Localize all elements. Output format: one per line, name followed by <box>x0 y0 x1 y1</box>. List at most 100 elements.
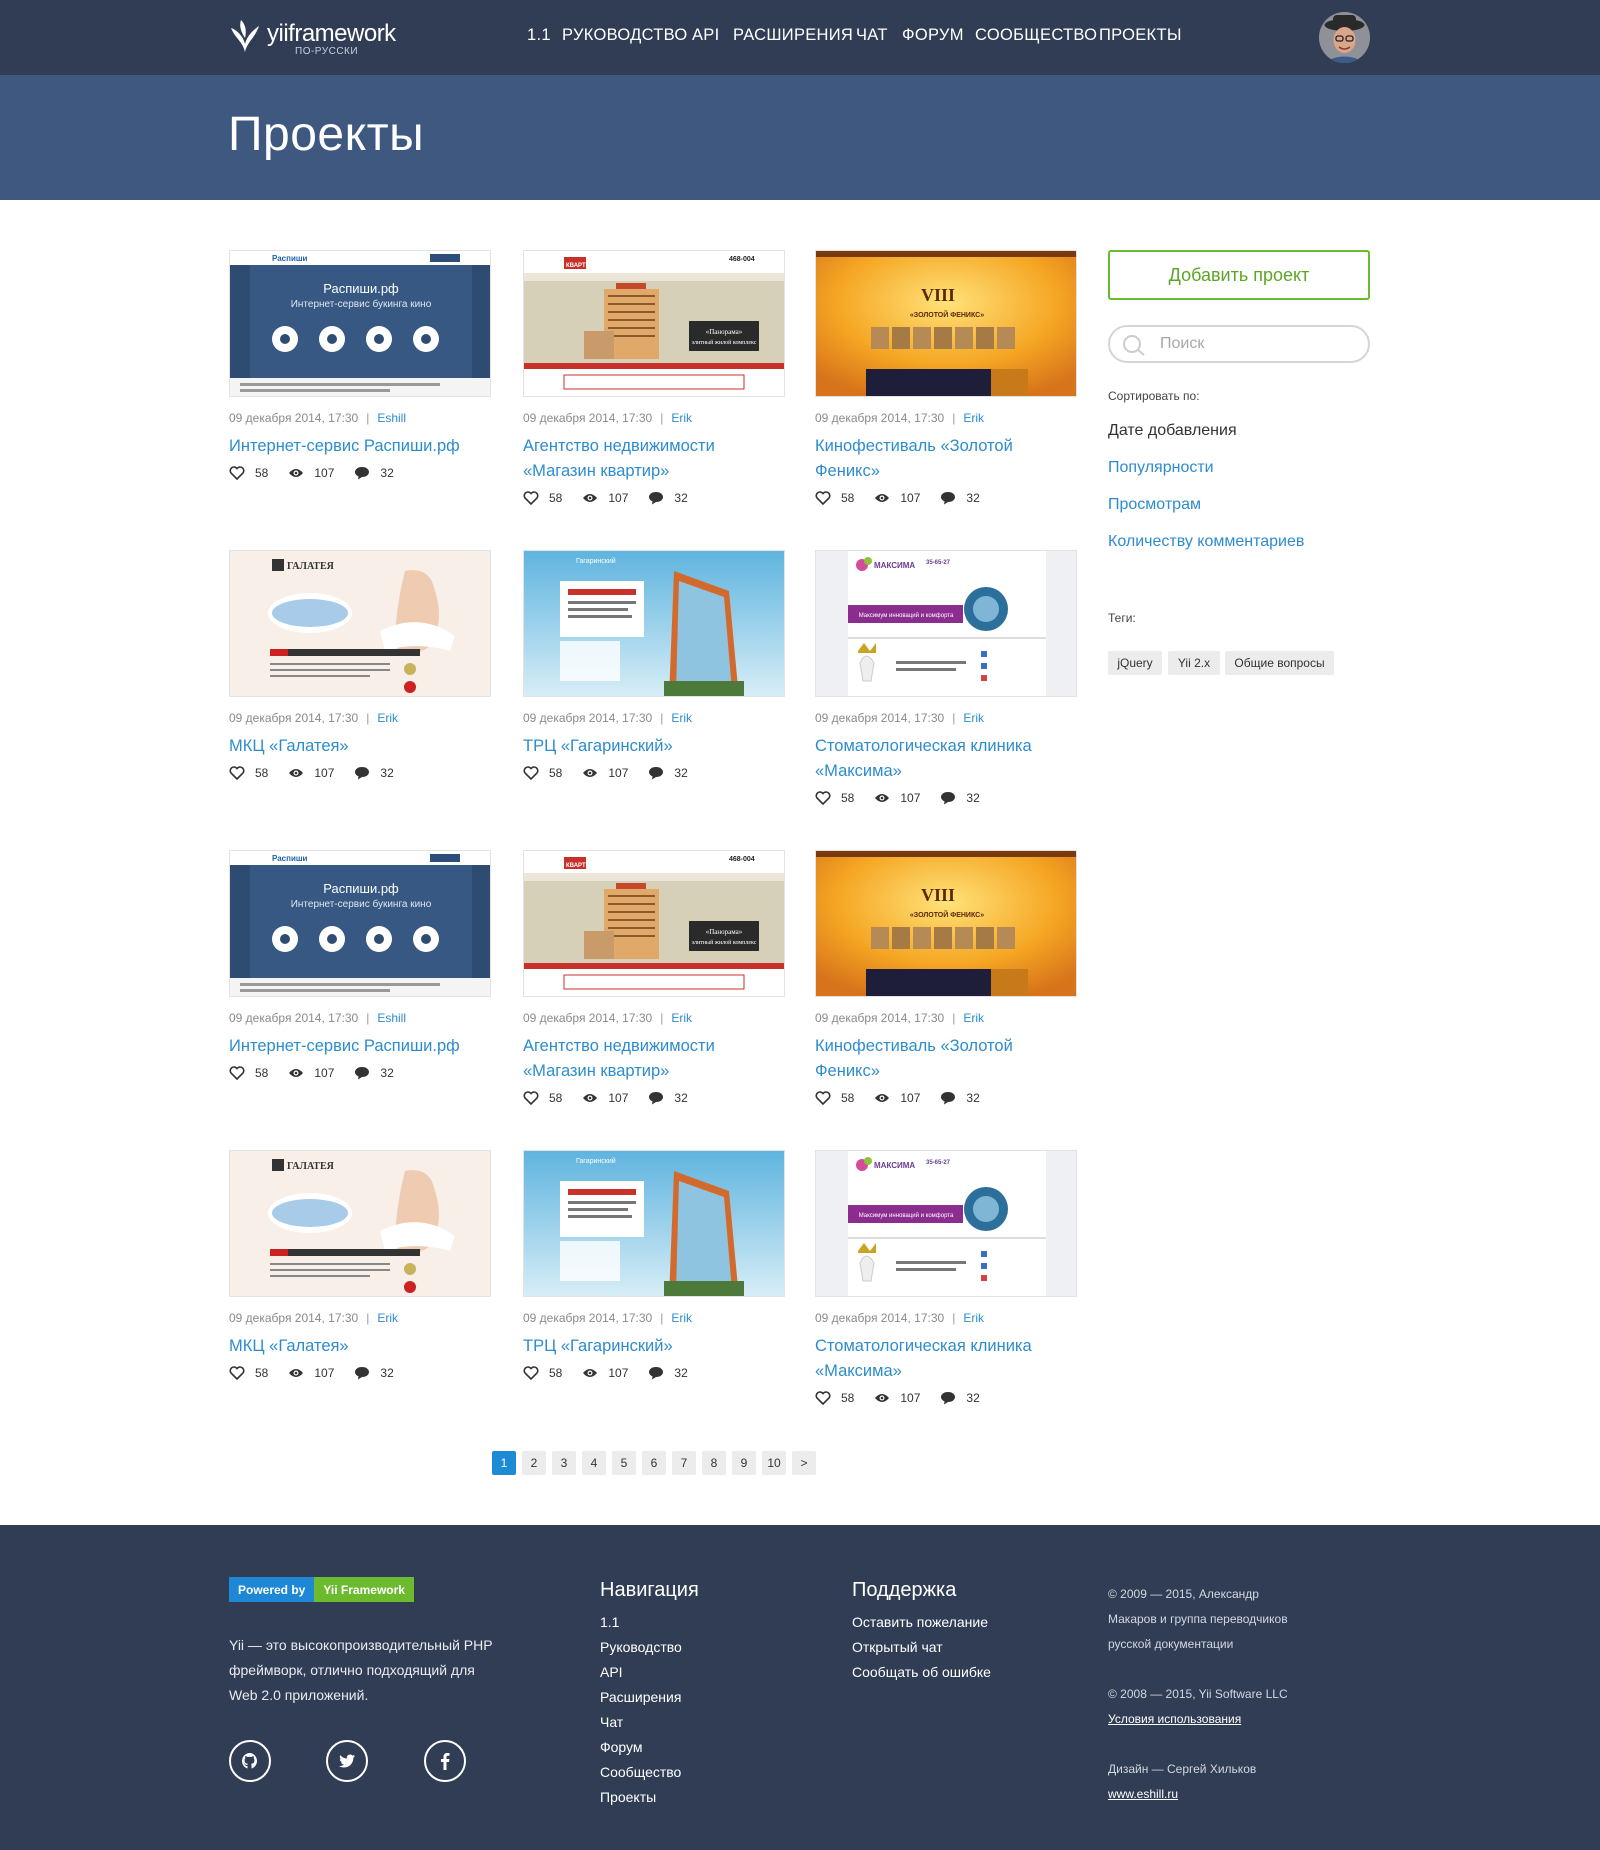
page-9[interactable]: 9 <box>732 1451 756 1475</box>
project-author[interactable]: Eshill <box>377 1011 406 1025</box>
page-10[interactable]: 10 <box>762 1451 786 1475</box>
project-title[interactable]: Стоматологическая клиника «Максима» <box>815 1334 1077 1384</box>
heart-icon[interactable] <box>815 1091 831 1105</box>
project-title[interactable]: Стоматологическая клиника «Максима» <box>815 734 1077 784</box>
project-thumbnail-maksima[interactable]: МАКСИМА 35-65-27 Максимум инноваций и ко… <box>815 1150 1077 1297</box>
project-author[interactable]: Erik <box>671 411 692 425</box>
heart-icon[interactable] <box>229 466 245 480</box>
project-thumbnail-kvartir[interactable]: КВАРТИР 468-004 «Панорама» элитный жилой… <box>523 250 785 397</box>
github-link[interactable] <box>229 1740 271 1782</box>
page-7[interactable]: 7 <box>672 1451 696 1475</box>
terms-link[interactable]: Условия использования <box>1108 1712 1241 1726</box>
footer-link-forum[interactable]: Форум <box>600 1739 643 1755</box>
heart-icon[interactable] <box>523 1366 539 1380</box>
heart-icon[interactable] <box>523 766 539 780</box>
project-title[interactable]: Интернет-сервис Распиши.рф <box>229 1034 491 1059</box>
project-author[interactable]: Erik <box>377 711 398 725</box>
footer: Powered by Yii Framework Yii — это высок… <box>0 1525 1600 1850</box>
project-thumbnail-maksima[interactable]: МАКСИМА 35-65-27 Максимум инноваций и ко… <box>815 550 1077 697</box>
sort-by-popularity[interactable]: Популярности <box>1108 459 1214 477</box>
footer-link-report-bug[interactable]: Сообщать об ошибке <box>852 1664 991 1680</box>
page-8[interactable]: 8 <box>702 1451 726 1475</box>
heart-icon[interactable] <box>815 791 831 805</box>
nav-item-chat[interactable]: ЧАТ <box>856 26 888 45</box>
project-thumbnail-gagarin[interactable]: Гагаринский <box>523 550 785 697</box>
user-avatar[interactable] <box>1319 12 1370 63</box>
heart-icon[interactable] <box>523 491 539 505</box>
project-author[interactable]: Erik <box>963 1311 984 1325</box>
heart-icon[interactable] <box>229 1366 245 1380</box>
add-project-button[interactable]: Добавить проект <box>1108 250 1370 300</box>
project-thumbnail-kvartir[interactable]: КВАРТИР 468-004 «Панорама» элитный жилой… <box>523 850 785 997</box>
project-title[interactable]: Интернет-сервис Распиши.рф <box>229 434 491 459</box>
project-title[interactable]: Кинофестиваль «Золотой Феникс» <box>815 1034 1077 1084</box>
comment-icon <box>649 767 664 780</box>
project-title[interactable]: ТРЦ «Гагаринский» <box>523 734 785 759</box>
project-thumbnail-feniks[interactable]: VIII «ЗОЛОТОЙ ФЕНИКС» <box>815 250 1077 397</box>
project-author[interactable]: Erik <box>963 711 984 725</box>
heart-icon[interactable] <box>815 1391 831 1405</box>
heart-icon[interactable] <box>523 1091 539 1105</box>
search-icon[interactable] <box>1122 334 1148 356</box>
heart-icon[interactable] <box>815 491 831 505</box>
page-3[interactable]: 3 <box>552 1451 576 1475</box>
tag-general-questions[interactable]: Общие вопросы <box>1225 651 1334 675</box>
project-thumbnail-raspishi[interactable]: Распиши Распиши.рф Интернет-сервис букин… <box>229 250 491 397</box>
project-thumbnail-galateya[interactable]: ГАЛАТЕЯ <box>229 1150 491 1297</box>
project-author[interactable]: Erik <box>377 1311 398 1325</box>
footer-link-open-chat[interactable]: Открытый чат <box>852 1639 943 1655</box>
tag-yii2[interactable]: Yii 2.x <box>1168 651 1220 675</box>
project-title[interactable]: Агентство недвижимости «Магазин квартир» <box>523 434 785 484</box>
project-thumbnail-feniks[interactable]: VIII «ЗОЛОТОЙ ФЕНИКС» <box>815 850 1077 997</box>
facebook-link[interactable] <box>424 1740 466 1782</box>
footer-link-extensions[interactable]: Расширения <box>600 1689 681 1705</box>
project-author[interactable]: Erik <box>671 711 692 725</box>
page-5[interactable]: 5 <box>612 1451 636 1475</box>
page-1[interactable]: 1 <box>492 1451 516 1475</box>
project-author[interactable]: Eshill <box>377 411 406 425</box>
tag-jquery[interactable]: jQuery <box>1108 651 1162 675</box>
page-2[interactable]: 2 <box>522 1451 546 1475</box>
heart-icon[interactable] <box>229 766 245 780</box>
nav-item-projects[interactable]: ПРОЕКТЫ <box>1099 26 1182 45</box>
sort-by-date[interactable]: Дате добавления <box>1108 422 1237 440</box>
nav-item-guide[interactable]: РУКОВОДСТВО <box>562 26 688 45</box>
project-author[interactable]: Erik <box>963 1011 984 1025</box>
nav-item-extensions[interactable]: РАСШИРЕНИЯ <box>733 26 853 45</box>
page-4[interactable]: 4 <box>582 1451 606 1475</box>
project-title[interactable]: Кинофестиваль «Золотой Феникс» <box>815 434 1077 484</box>
footer-link-feedback[interactable]: Оставить пожелание <box>852 1614 988 1630</box>
footer-link-chat[interactable]: Чат <box>600 1714 623 1730</box>
footer-link-community[interactable]: Сообщество <box>600 1764 681 1780</box>
project-author[interactable]: Erik <box>963 411 984 425</box>
powered-by-badge[interactable]: Powered by Yii Framework <box>229 1577 414 1602</box>
footer-link-guide[interactable]: Руководство <box>600 1639 682 1655</box>
project-title[interactable]: ТРЦ «Гагаринский» <box>523 1334 785 1359</box>
page-6[interactable]: 6 <box>642 1451 666 1475</box>
project-author[interactable]: Erik <box>671 1011 692 1025</box>
project-author[interactable]: Erik <box>671 1311 692 1325</box>
nav-item-community[interactable]: СООБЩЕСТВО <box>975 26 1097 45</box>
thumb-caption-2: элитный жилой комплекс <box>692 939 757 946</box>
footer-link-api[interactable]: API <box>600 1664 623 1680</box>
sort-by-views[interactable]: Просмотрам <box>1108 496 1201 514</box>
nav-item-api[interactable]: API <box>692 26 720 45</box>
footer-link-projects[interactable]: Проекты <box>600 1789 656 1805</box>
next-page-button[interactable]: > <box>792 1451 816 1475</box>
search-input[interactable] <box>1160 333 1360 355</box>
nav-item-1-1[interactable]: 1.1 <box>527 26 551 45</box>
project-thumbnail-gagarin[interactable]: Гагаринский <box>523 1150 785 1297</box>
heart-icon[interactable] <box>229 1066 245 1080</box>
designer-site-link[interactable]: www.eshill.ru <box>1108 1787 1178 1801</box>
site-logo[interactable]: yiiframework ПО-РУССКИ <box>229 16 404 60</box>
sort-by-comments[interactable]: Количеству комментариев <box>1108 533 1304 551</box>
project-title[interactable]: МКЦ «Галатея» <box>229 1334 491 1359</box>
nav-item-forum[interactable]: ФОРУМ <box>902 26 964 45</box>
project-thumbnail-raspishi[interactable]: Распиши Распиши.рф Интернет-сервис букин… <box>229 850 491 997</box>
twitter-link[interactable] <box>326 1740 368 1782</box>
footer-link-1-1[interactable]: 1.1 <box>600 1614 619 1630</box>
project-thumbnail-galateya[interactable]: ГАЛАТЕЯ <box>229 550 491 697</box>
project-title[interactable]: Агентство недвижимости «Магазин квартир» <box>523 1034 785 1084</box>
project-card: Гагаринский 09 декабря 2014, 17:30 | Erik … <box>523 550 785 781</box>
project-title[interactable]: МКЦ «Галатея» <box>229 734 491 759</box>
